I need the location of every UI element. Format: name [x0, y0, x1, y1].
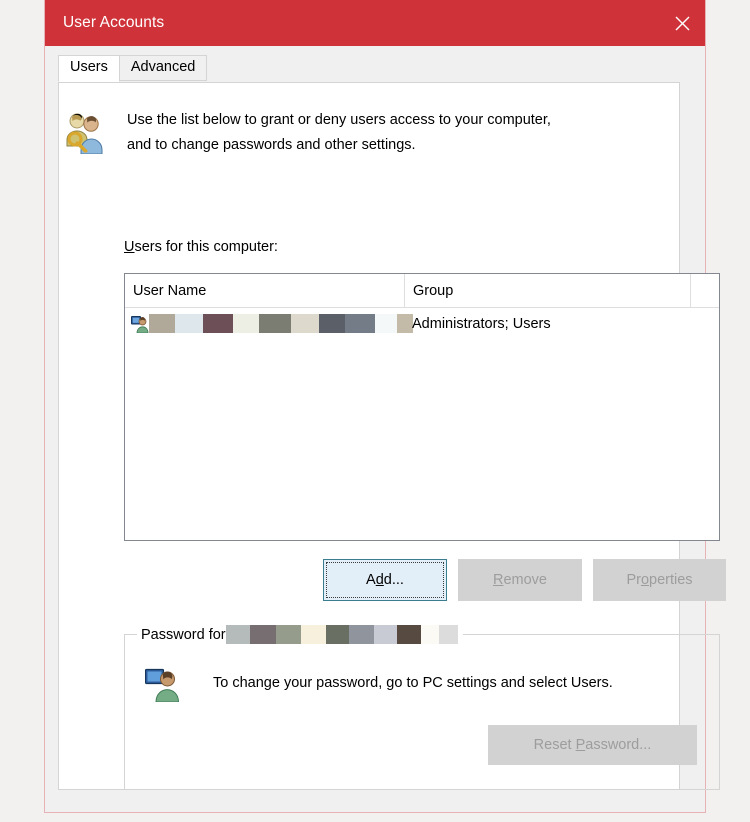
user-account-icon — [131, 315, 149, 333]
properties-button-label: Properties — [626, 572, 693, 588]
users-key-icon — [66, 113, 103, 154]
properties-button[interactable]: Properties — [593, 559, 726, 601]
add-button-label: Add... — [366, 572, 404, 588]
column-header-group-label: Group — [413, 282, 454, 299]
tab-strip: Users Advanced — [58, 55, 208, 82]
window-title: User Accounts — [63, 14, 165, 31]
password-instruction-text: To change your password, go to PC settin… — [213, 675, 613, 691]
dialog-client-area: Users Advanced Use the list below to gra… — [45, 46, 726, 812]
password-group-box — [124, 634, 720, 790]
user-actions-button-row: Add... Remove Properties — [323, 559, 726, 601]
remove-button[interactable]: Remove — [458, 559, 582, 601]
users-list-label: Users for this computer: — [124, 239, 278, 255]
user-name-redaction — [149, 314, 413, 333]
monitor-user-icon — [145, 668, 180, 702]
reset-password-button[interactable]: Reset Password... — [488, 725, 697, 765]
tab-advanced[interactable]: Advanced — [118, 55, 208, 81]
password-user-redaction — [225, 625, 458, 644]
users-list-label-mnemonic: U — [124, 239, 135, 255]
table-row[interactable]: Administrators; Users — [125, 308, 719, 339]
title-bar: User Accounts — [45, 0, 705, 46]
tab-users[interactable]: Users — [58, 55, 120, 82]
column-header-group[interactable]: Group — [404, 274, 691, 307]
intro-line-1: Use the list below to grant or deny user… — [127, 112, 551, 128]
add-button[interactable]: Add... — [323, 559, 447, 601]
column-header-extra[interactable] — [690, 274, 720, 307]
reset-password-button-label: Reset Password... — [533, 737, 652, 753]
cell-group: Administrators; Users — [412, 315, 551, 332]
screen: User Accounts Users Advanced Use the lis… — [0, 0, 750, 822]
users-list-view[interactable]: User Name Group Administrators; Users — [124, 273, 720, 541]
user-accounts-dialog: User Accounts Users Advanced Use the lis… — [44, 0, 726, 813]
cell-user-name — [125, 314, 413, 333]
password-group-label-text: Password for — [141, 626, 226, 643]
list-header: User Name Group — [125, 274, 719, 308]
close-icon — [675, 16, 689, 30]
intro-text: Use the list below to grant or deny user… — [127, 108, 551, 158]
remove-button-label: Remove — [492, 572, 547, 588]
users-list-label-rest: sers for this computer: — [134, 239, 278, 255]
password-group-label: Password for — [137, 625, 463, 644]
column-header-user-name-label: User Name — [133, 282, 207, 299]
intro-line-2: and to change passwords and other settin… — [127, 137, 416, 153]
intro-row: Use the list below to grant or deny user… — [63, 108, 663, 158]
column-header-user-name[interactable]: User Name — [125, 274, 404, 307]
close-button[interactable] — [659, 0, 705, 46]
